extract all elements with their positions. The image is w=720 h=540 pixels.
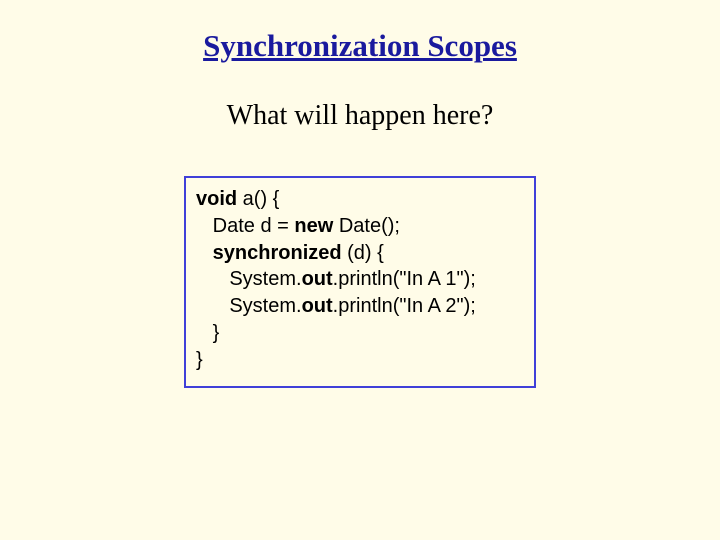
code-l5a: System. xyxy=(196,295,302,317)
code-box: void a() { Date d = new Date(); synchron… xyxy=(184,176,536,388)
slide-subtitle: What will happen here? xyxy=(40,100,680,132)
kw-synchronized: synchronized xyxy=(213,242,342,264)
code-line-7: } xyxy=(196,347,524,374)
code-l4b: .println("In A 1"); xyxy=(333,268,476,290)
code-l3a xyxy=(196,242,213,264)
kw-out-2: out xyxy=(302,295,333,317)
kw-void: void xyxy=(196,188,237,210)
kw-out-1: out xyxy=(302,268,333,290)
slide: Synchronization Scopes What will happen … xyxy=(0,0,720,540)
code-line-1: void a() { xyxy=(196,186,524,213)
code-line-6: } xyxy=(196,320,524,347)
code-l1-rest: a() { xyxy=(237,188,279,210)
code-l5b: .println("In A 2"); xyxy=(333,295,476,317)
code-line-2: Date d = new Date(); xyxy=(196,213,524,240)
code-l3b: (d) { xyxy=(342,242,384,264)
code-line-5: System.out.println("In A 2"); xyxy=(196,293,524,320)
code-line-4: System.out.println("In A 1"); xyxy=(196,266,524,293)
slide-title: Synchronization Scopes xyxy=(40,28,680,64)
code-line-3: synchronized (d) { xyxy=(196,240,524,267)
code-l2a: Date d = xyxy=(196,215,294,237)
code-l4a: System. xyxy=(196,268,302,290)
kw-new: new xyxy=(294,215,333,237)
code-l2b: Date(); xyxy=(333,215,400,237)
